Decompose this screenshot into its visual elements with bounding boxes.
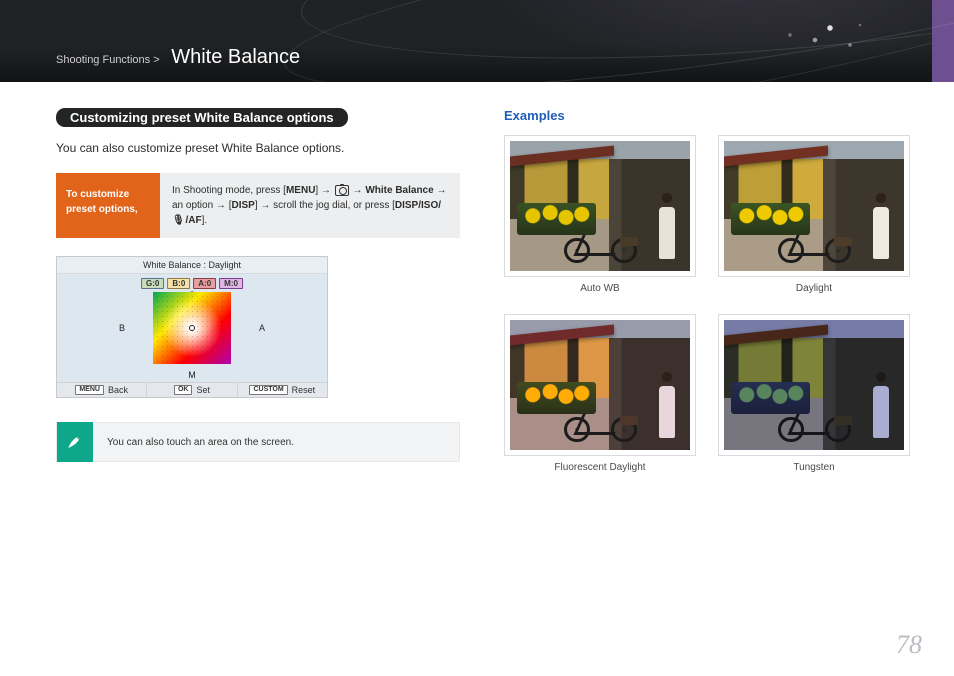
section-heading-pill: Customizing preset White Balance options xyxy=(56,108,348,127)
page-header: Shooting Functions > White Balance xyxy=(0,0,954,82)
example-daylight: Daylight xyxy=(718,135,910,294)
picker-cursor xyxy=(189,325,195,331)
note-text: You can also touch an area on the screen… xyxy=(93,437,308,448)
disp-button-label: DISP xyxy=(231,200,254,211)
intro-text: You can also customize preset White Bala… xyxy=(56,141,460,155)
examples-heading: Examples xyxy=(504,108,910,123)
instruction-text: ]. xyxy=(202,215,208,226)
instruction-text: In Shooting mode, press [ xyxy=(172,185,286,196)
picker-set: OK Set xyxy=(147,383,237,397)
wb-picker-screenshot: White Balance : Daylight G:0 B:0 A:0 M:0… xyxy=(56,256,328,398)
picker-title: White Balance : Daylight xyxy=(57,257,327,274)
picker-reset-label: Reset xyxy=(292,385,316,395)
example-fluorescent: Fluorescent Daylight xyxy=(504,314,696,473)
picker-set-label: Set xyxy=(196,385,210,395)
note-box: You can also touch an area on the screen… xyxy=(56,422,460,462)
instruction-label: To customize preset options, xyxy=(56,173,160,238)
instruction-steps: In Shooting mode, press [MENU] → → White… xyxy=(160,173,460,238)
instruction-box: To customize preset options, In Shooting… xyxy=(56,173,460,238)
instruction-text: → xyxy=(350,185,366,196)
picker-pill-a: A:0 xyxy=(193,278,216,289)
example-tungsten: Tungsten xyxy=(718,314,910,473)
picker-value-pills: G:0 B:0 A:0 M:0 xyxy=(141,278,243,289)
example-caption: Tungsten xyxy=(718,462,910,473)
color-swatch xyxy=(153,292,231,364)
picker-pill-m: M:0 xyxy=(219,278,243,289)
example-caption: Daylight xyxy=(718,283,910,294)
custom-keycap: CUSTOM xyxy=(249,385,287,395)
example-auto-wb: Auto WB xyxy=(504,135,696,294)
ok-keycap: OK xyxy=(174,385,193,395)
example-caption: Fluorescent Daylight xyxy=(504,462,696,473)
camera-icon xyxy=(335,185,349,196)
menu-button-label: MENU xyxy=(286,185,315,196)
page-number: 78 xyxy=(896,630,922,660)
picker-footer: MENU Back OK Set CUSTOM Reset xyxy=(57,382,327,397)
breadcrumb-path: Shooting Functions > xyxy=(56,54,160,66)
instruction-text: ] → xyxy=(315,185,333,196)
picker-reset: CUSTOM Reset xyxy=(238,383,327,397)
picker-pill-g: G:0 xyxy=(141,278,164,289)
example-caption: Auto WB xyxy=(504,283,696,294)
examples-grid: Auto WB Daylight xyxy=(504,135,910,473)
pen-icon xyxy=(57,422,93,462)
picker-back-label: Back xyxy=(108,385,128,395)
axis-a: A xyxy=(259,323,265,333)
menu-keycap: MENU xyxy=(75,385,104,395)
instruction-text: ] → scroll the jog dial, or press [ xyxy=(255,200,395,211)
picker-back: MENU Back xyxy=(57,383,147,397)
picker-pill-b: B:0 xyxy=(167,278,190,289)
breadcrumb: Shooting Functions > White Balance xyxy=(56,46,300,69)
axis-b: B xyxy=(119,323,125,333)
page-title: White Balance xyxy=(171,46,300,68)
white-balance-label: White Balance xyxy=(365,185,433,196)
axis-m: M xyxy=(188,370,196,380)
section-tab xyxy=(932,0,954,82)
picker-body: G:0 B:0 A:0 M:0 G B A M xyxy=(57,274,327,382)
